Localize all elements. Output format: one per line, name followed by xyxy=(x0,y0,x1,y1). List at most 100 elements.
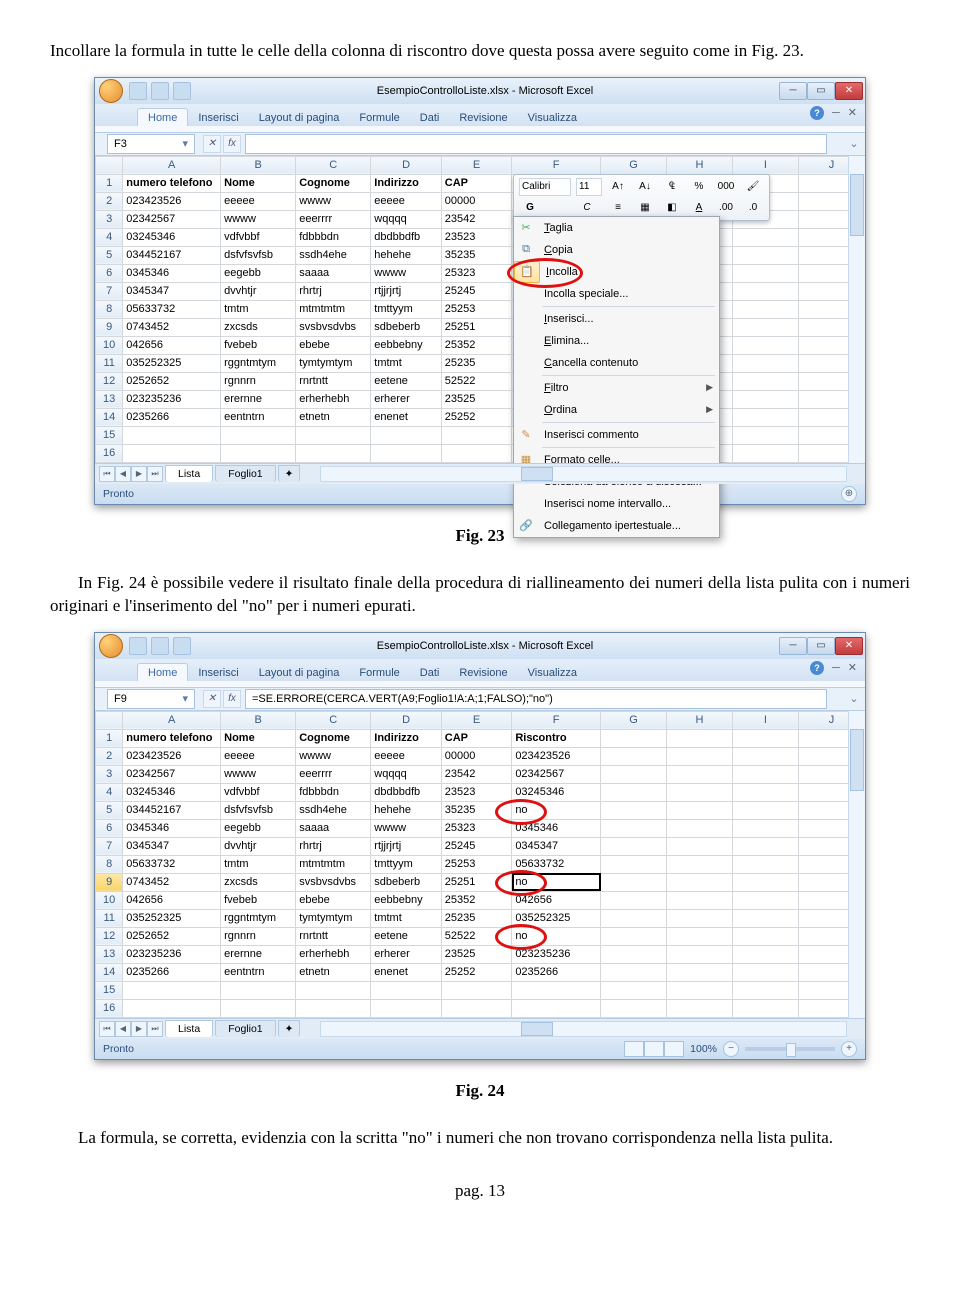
cell-D8[interactable]: tmttyym xyxy=(371,300,442,318)
row-header-1[interactable]: 1 xyxy=(96,729,123,747)
row-header-3[interactable]: 3 xyxy=(96,210,123,228)
ribbon-tab-inserisci[interactable]: Inserisci xyxy=(188,109,248,126)
cell-G15[interactable] xyxy=(601,981,667,999)
cell-H12[interactable] xyxy=(667,927,733,945)
cell-I10[interactable] xyxy=(732,336,798,354)
mdi-close-icon[interactable]: ✕ xyxy=(848,661,857,674)
row-header-1[interactable]: 1 xyxy=(96,174,123,192)
center-icon[interactable]: ≡ xyxy=(607,199,629,217)
cell-G1[interactable] xyxy=(601,729,667,747)
cell-E5[interactable]: 35235 xyxy=(441,246,512,264)
cell-B3[interactable]: wwww xyxy=(221,765,296,783)
cell-A3[interactable]: 02342567 xyxy=(123,210,221,228)
cell-I4[interactable] xyxy=(732,228,798,246)
context-item[interactable]: 📋 Incolla xyxy=(514,261,719,283)
thousands-icon[interactable]: 000 xyxy=(715,178,737,196)
cell-D12[interactable]: eetene xyxy=(371,372,442,390)
cell-C16[interactable] xyxy=(296,444,371,462)
cell-D3[interactable]: wqqqq xyxy=(371,210,442,228)
cell-G3[interactable] xyxy=(601,765,667,783)
cell-C10[interactable]: ebebe xyxy=(296,336,371,354)
cell-F6[interactable]: 0345346 xyxy=(512,819,601,837)
cell-F5[interactable]: no xyxy=(512,801,601,819)
ribbon-tab-dati[interactable]: Dati xyxy=(410,109,450,126)
cell-A16[interactable] xyxy=(123,444,221,462)
cell-E11[interactable]: 25235 xyxy=(441,354,512,372)
cell-H6[interactable] xyxy=(667,819,733,837)
cell-C2[interactable]: wwww xyxy=(296,192,371,210)
cell-D13[interactable]: erherer xyxy=(371,390,442,408)
cell-G13[interactable] xyxy=(601,945,667,963)
ribbon-tab-inserisci[interactable]: Inserisci xyxy=(188,664,248,681)
cell-E3[interactable]: 23542 xyxy=(441,210,512,228)
cell-A11[interactable]: 035252325 xyxy=(123,909,221,927)
row-header-5[interactable]: 5 xyxy=(96,801,123,819)
cell-B5[interactable]: dsfvfsvfsb xyxy=(221,801,296,819)
cell-I1[interactable] xyxy=(732,729,798,747)
cell-G10[interactable] xyxy=(601,891,667,909)
cancel-formula-icon[interactable]: ✕ xyxy=(203,690,221,708)
undo-icon[interactable] xyxy=(151,82,169,100)
cell-F4[interactable]: 03245346 xyxy=(512,783,601,801)
cell-B10[interactable]: fvebeb xyxy=(221,891,296,909)
row-header-12[interactable]: 12 xyxy=(96,372,123,390)
cell-C12[interactable]: rnrtntt xyxy=(296,927,371,945)
cell-B3[interactable]: wwww xyxy=(221,210,296,228)
cell-I6[interactable] xyxy=(732,264,798,282)
cell-D4[interactable]: dbdbbdfb xyxy=(371,228,442,246)
context-item[interactable]: Incolla speciale... xyxy=(514,283,719,305)
cell-H5[interactable] xyxy=(667,801,733,819)
cell-I5[interactable] xyxy=(732,246,798,264)
cell-A16[interactable] xyxy=(123,999,221,1017)
cell-C5[interactable]: ssdh4ehe xyxy=(296,801,371,819)
context-item[interactable]: ✂ Taglia xyxy=(514,217,719,239)
office-button[interactable] xyxy=(95,78,127,104)
context-item[interactable]: ⧉ Copia xyxy=(514,239,719,261)
undo-icon[interactable] xyxy=(151,637,169,655)
cell-A6[interactable]: 0345346 xyxy=(123,264,221,282)
col-header-I[interactable]: I xyxy=(732,156,798,174)
cell-I15[interactable] xyxy=(732,426,798,444)
zoom-out-icon[interactable]: − xyxy=(723,1041,739,1057)
sheet-tab-lista[interactable]: Lista xyxy=(165,465,213,482)
cell-D6[interactable]: wwww xyxy=(371,264,442,282)
cell-G8[interactable] xyxy=(601,855,667,873)
cell-A12[interactable]: 0252652 xyxy=(123,372,221,390)
cell-A8[interactable]: 05633732 xyxy=(123,300,221,318)
cell-B7[interactable]: dvvhtjr xyxy=(221,282,296,300)
cell-H1[interactable] xyxy=(667,729,733,747)
cell-G2[interactable] xyxy=(601,747,667,765)
row-header-10[interactable]: 10 xyxy=(96,336,123,354)
cell-E13[interactable]: 23525 xyxy=(441,945,512,963)
mini-size-combo[interactable]: 11 xyxy=(576,178,602,196)
prev-sheet-icon[interactable]: ◀ xyxy=(115,466,131,482)
cell-A4[interactable]: 03245346 xyxy=(123,783,221,801)
row-header-2[interactable]: 2 xyxy=(96,747,123,765)
grow-font-icon[interactable]: A↑ xyxy=(607,178,629,196)
cell-H15[interactable] xyxy=(667,981,733,999)
cell-C12[interactable]: rnrtntt xyxy=(296,372,371,390)
cell-C3[interactable]: eeerrrr xyxy=(296,765,371,783)
context-item[interactable]: Cancella contenuto xyxy=(514,352,719,374)
cell-G12[interactable] xyxy=(601,927,667,945)
cell-I2[interactable] xyxy=(732,747,798,765)
cell-A5[interactable]: 034452167 xyxy=(123,801,221,819)
cell-G6[interactable] xyxy=(601,819,667,837)
context-item[interactable]: Elimina... xyxy=(514,330,719,352)
vertical-scrollbar[interactable] xyxy=(848,711,865,1018)
cell-E12[interactable]: 52522 xyxy=(441,372,512,390)
cell-D9[interactable]: sdbeberb xyxy=(371,318,442,336)
cell-C14[interactable]: etnetn xyxy=(296,963,371,981)
cell-E7[interactable]: 25245 xyxy=(441,837,512,855)
cell-F13[interactable]: 023235236 xyxy=(512,945,601,963)
cell-B1[interactable]: Nome xyxy=(221,729,296,747)
cell-G16[interactable] xyxy=(601,999,667,1017)
cell-D13[interactable]: erherer xyxy=(371,945,442,963)
cell-B15[interactable] xyxy=(221,426,296,444)
horizontal-scrollbar[interactable] xyxy=(320,1021,847,1037)
ribbon-tab-layout[interactable]: Layout di pagina xyxy=(249,664,350,681)
cell-I9[interactable] xyxy=(732,873,798,891)
minimize-button[interactable]: ─ xyxy=(779,637,807,655)
cell-D10[interactable]: eebbebny xyxy=(371,336,442,354)
formula-input[interactable] xyxy=(245,134,827,154)
